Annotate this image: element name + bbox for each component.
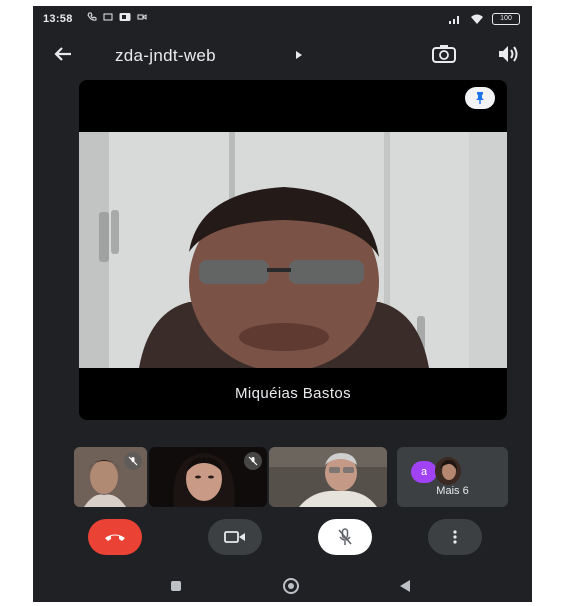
- phone-screen: 13:58 100 zda-jndt-web Miquéias Bastos a…: [33, 6, 532, 602]
- more-participants-tile[interactable]: a Mais 6: [397, 447, 508, 507]
- thumbnail-2-mic-off-icon: [244, 452, 262, 470]
- wifi-icon: [471, 14, 483, 24]
- thumbnail-participant-1[interactable]: [74, 447, 147, 507]
- meeting-code[interactable]: zda-jndt-web: [115, 46, 216, 66]
- thumbnail-participant-2[interactable]: [149, 447, 267, 507]
- video-frame-image: [79, 132, 507, 368]
- pin-button[interactable]: [465, 87, 495, 109]
- participant-avatar-initial: a: [411, 461, 437, 483]
- participant-name: Miquéias Bastos: [234, 385, 352, 402]
- participant-avatar-photo: [435, 457, 461, 485]
- end-call-icon: [105, 534, 125, 541]
- participant-thumbnails: a Mais 6: [74, 447, 514, 507]
- status-bar: 13:58 100: [33, 6, 532, 34]
- android-nav-bar: [33, 572, 532, 602]
- nav-back-icon[interactable]: [400, 580, 410, 592]
- more-options-button[interactable]: [428, 519, 482, 555]
- thumbnail-1-mic-off-icon: [124, 452, 142, 470]
- video-notification-icon: [137, 14, 147, 20]
- meet-notification-icon: [119, 13, 131, 21]
- status-right: 100: [448, 13, 520, 25]
- more-participants-label: Mais 6: [436, 485, 469, 497]
- main-video-tile[interactable]: Miquéias Bastos: [79, 80, 507, 420]
- battery-icon: 100: [492, 13, 520, 25]
- back-arrow-icon[interactable]: [51, 42, 75, 66]
- thumbnail-participant-3[interactable]: [269, 447, 387, 507]
- pin-icon: [476, 92, 484, 104]
- recent-apps-icon[interactable]: [171, 581, 181, 591]
- meeting-info-arrow-icon[interactable]: [296, 51, 302, 59]
- participant-video: [79, 132, 507, 368]
- speaker-icon[interactable]: [497, 43, 521, 65]
- thumbnail-video-3: [269, 447, 387, 507]
- end-call-button[interactable]: [88, 519, 142, 555]
- status-time: 13:58: [43, 13, 73, 25]
- microphone-button[interactable]: [318, 519, 372, 555]
- sms-notification-icon: [103, 13, 113, 21]
- camera-switch-icon[interactable]: [431, 42, 457, 66]
- camera-icon: [224, 531, 245, 543]
- camera-button[interactable]: [208, 519, 262, 555]
- mic-off-icon: [338, 528, 352, 545]
- top-bar: zda-jndt-web: [33, 34, 532, 74]
- notification-icons: [87, 12, 147, 22]
- more-vert-icon: [453, 530, 457, 544]
- signal-icon: [449, 16, 459, 24]
- call-controls: [33, 519, 532, 559]
- home-icon[interactable]: [283, 578, 299, 594]
- call-notification-icon: [87, 12, 97, 21]
